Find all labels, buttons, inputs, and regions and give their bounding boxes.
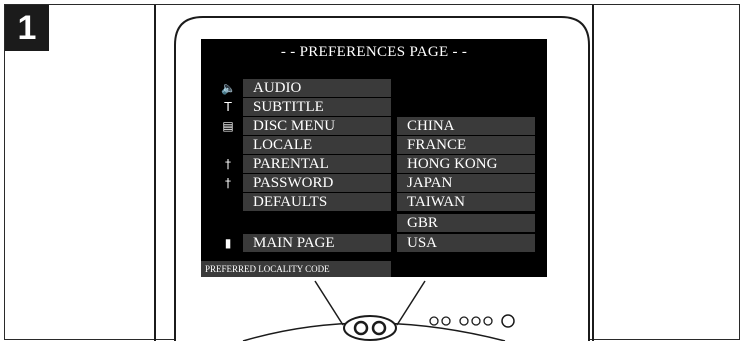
locale-option-usa[interactable]: USA [397, 234, 535, 252]
key-icon: † [225, 176, 231, 190]
locale-option-japan[interactable]: JAPAN [397, 174, 535, 192]
menu-item-audio[interactable]: AUDIO [243, 79, 391, 97]
door-icon: ▮ [224, 236, 232, 250]
page-title: - - PREFERENCES PAGE - - [280, 44, 468, 60]
tv-screen: - - PREFERENCES PAGE - - 🔈 AUDIO T SUBTI… [201, 39, 547, 277]
menu-item-parental[interactable]: PARENTAL [243, 155, 391, 173]
key-icon: † [225, 157, 231, 171]
locale-option-france[interactable]: FRANCE [397, 136, 535, 154]
menu-item-disc-menu[interactable]: DISC MENU [243, 117, 391, 135]
menu-item-password[interactable]: PASSWORD [243, 174, 391, 192]
locale-option-taiwan[interactable]: TAIWAN [397, 193, 535, 211]
locale-option-gbr[interactable]: GBR [397, 214, 535, 232]
menu-item-defaults[interactable]: DEFAULTS [243, 193, 391, 211]
speaker-icon: 🔈 [221, 81, 236, 95]
disc-menu-icon: ▤ [222, 119, 234, 133]
menu-item-locale[interactable]: LOCALE [243, 136, 391, 154]
menu-item-subtitle[interactable]: SUBTITLE [243, 98, 391, 116]
illustration-frame: 1 - - PREFERENCES PAGE - - 🔈 AUDIO T SUB… [4, 4, 740, 341]
locale-option-hong-kong[interactable]: HONG KONG [397, 155, 535, 173]
subtitle-icon: T [224, 100, 232, 114]
status-bar: PREFERRED LOCALITY CODE [201, 261, 391, 277]
menu-item-main-page[interactable]: MAIN PAGE [243, 234, 391, 252]
locale-option-china[interactable]: CHINA [397, 117, 535, 135]
